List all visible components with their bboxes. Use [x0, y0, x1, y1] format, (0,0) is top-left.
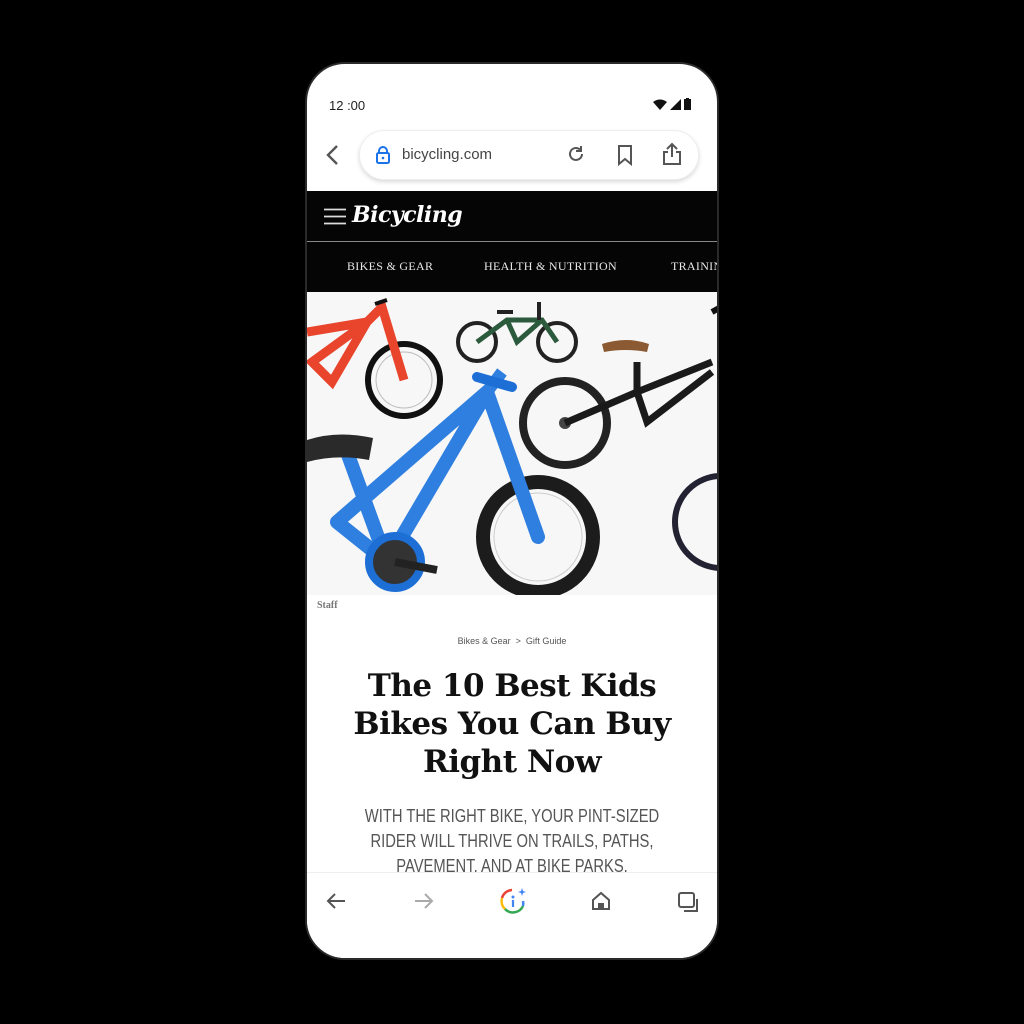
url-text[interactable]: bicycling.com	[402, 146, 492, 163]
green-bike	[456, 302, 578, 363]
nav-bikes-gear[interactable]: BIKES & GEAR	[347, 259, 433, 274]
hero-image	[307, 292, 717, 595]
browser-toolbar: bicycling.com	[307, 128, 717, 192]
signal-icon	[670, 98, 681, 110]
breadcrumb-current[interactable]: Gift Guide	[526, 636, 567, 646]
browser-bottom-bar	[307, 872, 717, 958]
partial-wheel	[672, 473, 717, 571]
orange-bike	[307, 298, 443, 419]
site-header: Bicycling	[307, 191, 717, 242]
battery-icon	[684, 98, 691, 110]
reload-icon[interactable]	[566, 144, 586, 164]
address-bar[interactable]: bicycling.com	[359, 130, 699, 180]
kids-bikes-photo	[307, 298, 717, 595]
site-logo[interactable]: Bicycling	[352, 202, 463, 228]
wifi-icon	[653, 99, 667, 110]
tabs-icon[interactable]	[677, 891, 701, 913]
site-nav: BIKES & GEAR HEALTH & NUTRITION TRAINING	[307, 242, 717, 292]
back-chevron-icon[interactable]	[325, 144, 341, 166]
breadcrumb-separator: >	[515, 636, 521, 646]
status-bar: 12 :00	[307, 64, 717, 128]
breadcrumb: Bikes & Gear > Gift Guide	[307, 636, 717, 646]
hamburger-menu-icon[interactable]	[324, 208, 346, 225]
home-icon[interactable]	[591, 891, 611, 911]
blue-bike	[307, 368, 600, 595]
bookmark-icon[interactable]	[616, 144, 634, 166]
phone-frame: 12 :00 bicycling.com Bicycling BIKES & G…	[305, 62, 719, 960]
status-time: 12 :00	[329, 98, 366, 113]
photo-credit: Staff	[317, 600, 338, 611]
article-dek: WITH THE RIGHT BIKE, YOUR PINT-SIZED RID…	[364, 806, 660, 876]
nav-health-nutrition[interactable]: HEALTH & NUTRITION	[484, 259, 617, 274]
forward-arrow-icon[interactable]	[413, 891, 435, 911]
breadcrumb-parent[interactable]: Bikes & Gear	[458, 636, 511, 646]
back-arrow-icon[interactable]	[325, 891, 347, 911]
article-title: The 10 Best Kids Bikes You Can Buy Right…	[353, 668, 671, 780]
lock-icon	[376, 146, 390, 164]
nav-training[interactable]: TRAINING	[671, 259, 717, 274]
share-icon[interactable]	[662, 142, 682, 166]
google-lens-info-icon[interactable]	[499, 887, 527, 915]
